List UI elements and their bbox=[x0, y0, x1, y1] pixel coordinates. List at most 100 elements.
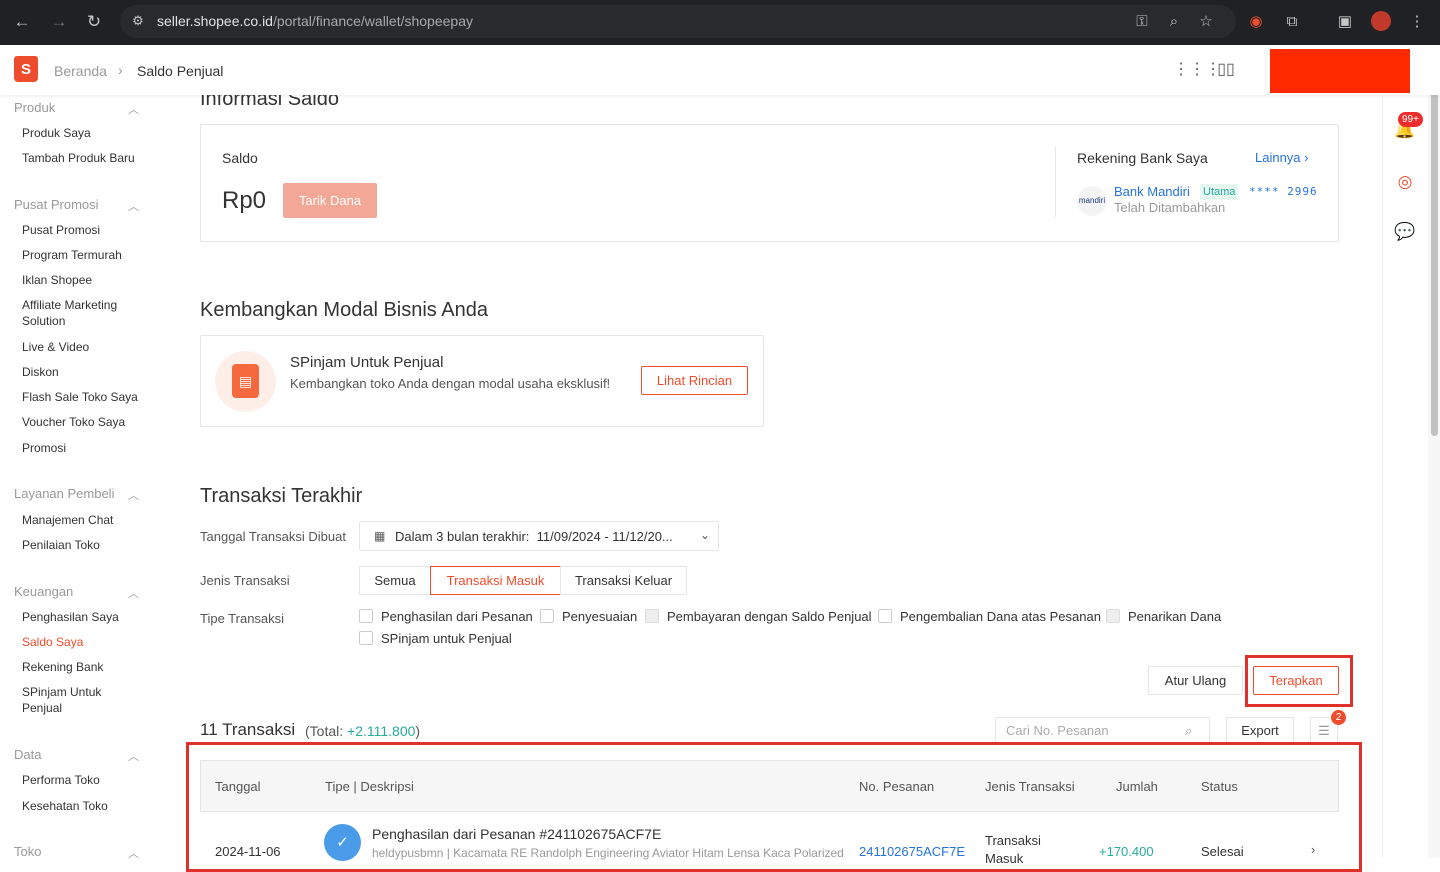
sidebar-item-affiliate[interactable]: Affiliate Marketing Solution bbox=[22, 297, 132, 329]
sidebar-section-pusat-promosi[interactable]: Pusat Promosi bbox=[14, 197, 99, 212]
site-settings-icon[interactable]: ⚙ bbox=[130, 13, 146, 29]
type-option-semua[interactable]: Semua bbox=[359, 566, 431, 595]
chevron-right-icon: › bbox=[1304, 150, 1309, 165]
chevron-up-icon[interactable]: ︿ bbox=[128, 101, 139, 117]
checkbox-spinjam[interactable] bbox=[359, 631, 373, 645]
extensions-puzzle-icon[interactable]: ⧉ bbox=[1281, 11, 1303, 33]
chevron-up-icon[interactable]: ︿ bbox=[128, 748, 139, 764]
sidebar-item-saldo-saya[interactable]: Saldo Saya bbox=[22, 634, 152, 650]
order-search-box[interactable]: ⌕ bbox=[995, 717, 1210, 745]
order-search-input[interactable] bbox=[1006, 723, 1176, 738]
sidebar-item-performa-toko[interactable]: Performa Toko bbox=[22, 772, 152, 788]
key-icon[interactable]: ⚿ bbox=[1132, 12, 1152, 32]
highlight-apply bbox=[1245, 655, 1353, 707]
sidebar-item-penilaian-toko[interactable]: Penilaian Toko bbox=[22, 537, 152, 553]
browser-menu-icon[interactable]: ⋮ bbox=[1406, 11, 1428, 33]
sidebar-item-kesehatan-toko[interactable]: Kesehatan Toko bbox=[22, 798, 152, 814]
sidebar-item-manajemen-chat[interactable]: Manajemen Chat bbox=[22, 512, 152, 528]
saldo-amount: Rp0 bbox=[222, 187, 267, 214]
kind-pembayaran-label[interactable]: Pembayaran dengan Saldo Penjual bbox=[667, 609, 872, 624]
notification-badge: 99+ bbox=[1398, 112, 1423, 127]
zoom-icon[interactable]: ⌕ bbox=[1164, 12, 1184, 32]
side-panel-icon[interactable]: ▣ bbox=[1334, 11, 1356, 33]
url-text[interactable]: seller.shopee.co.id/portal/finance/walle… bbox=[157, 13, 473, 29]
bank-account-title: Rekening Bank Saya bbox=[1077, 150, 1208, 166]
sidebar-item-produk-saya[interactable]: Produk Saya bbox=[22, 125, 152, 141]
view-details-button[interactable]: Lihat Rincian bbox=[641, 366, 748, 395]
sidebar-item-diskon[interactable]: Diskon bbox=[22, 364, 152, 380]
address-bar[interactable]: ⚙ seller.shopee.co.id/portal/finance/wal… bbox=[120, 5, 1236, 38]
section-title-transactions: Transaksi Terakhir bbox=[200, 485, 363, 507]
transaction-type-label: Jenis Transaksi bbox=[200, 573, 290, 588]
sidebar: Produk ︿ Produk Saya Tambah Produk Baru … bbox=[0, 95, 160, 858]
breadcrumb-home[interactable]: Beranda bbox=[54, 63, 107, 79]
chevron-down-icon: ⌄ bbox=[700, 528, 711, 542]
section-title-capital: Kembangkan Modal Bisnis Anda bbox=[200, 299, 488, 321]
type-option-masuk[interactable]: Transaksi Masuk bbox=[430, 566, 561, 595]
checkbox-pembayaran[interactable] bbox=[645, 609, 659, 623]
sidebar-item-promosi[interactable]: Promosi bbox=[22, 440, 152, 456]
sidebar-section-keuangan[interactable]: Keuangan bbox=[14, 584, 73, 599]
book-icon[interactable]: ▯▯ bbox=[1216, 60, 1236, 80]
chevron-up-icon[interactable]: ︿ bbox=[128, 845, 139, 858]
total-value: +2.111.800 bbox=[347, 723, 416, 739]
scrollbar-thumb[interactable] bbox=[1431, 66, 1438, 436]
chevron-up-icon[interactable]: ︿ bbox=[128, 585, 139, 601]
checkbox-penyesuaian[interactable] bbox=[540, 609, 554, 623]
checkbox-penghasilan[interactable] bbox=[359, 609, 373, 623]
support-headset-icon[interactable]: ◎ bbox=[1394, 171, 1416, 193]
calendar-icon: ▦ bbox=[374, 529, 386, 543]
sidebar-section-data[interactable]: Data bbox=[14, 747, 41, 762]
chat-bubble-icon[interactable]: 💬 bbox=[1394, 221, 1416, 243]
spinjam-store-icon: ▤ bbox=[215, 351, 276, 412]
type-option-keluar[interactable]: Transaksi Keluar bbox=[560, 566, 687, 595]
reset-button[interactable]: Atur Ulang bbox=[1148, 666, 1243, 695]
more-link-label[interactable]: Lainnya bbox=[1255, 150, 1301, 165]
sidebar-item-iklan-shopee[interactable]: Iklan Shopee bbox=[22, 272, 152, 288]
sidebar-item-spinjam[interactable]: SPinjam Untuk Penjual bbox=[22, 684, 117, 716]
date-range-value: 11/09/2024 - 11/12/20... bbox=[536, 529, 673, 544]
kind-penarikan-label[interactable]: Penarikan Dana bbox=[1128, 609, 1221, 624]
browser-toolbar: ← → ↻ ⚙ seller.shopee.co.id/portal/finan… bbox=[0, 0, 1440, 45]
sidebar-item-flash-sale[interactable]: Flash Sale Toko Saya bbox=[22, 389, 152, 405]
transaction-total: (Total: +2.111.800) bbox=[305, 723, 420, 739]
sidebar-item-tambah-produk[interactable]: Tambah Produk Baru bbox=[22, 150, 152, 166]
back-icon[interactable]: ← bbox=[11, 11, 33, 33]
date-range-picker[interactable]: ▦ Dalam 3 bulan terakhir: 11/09/2024 - 1… bbox=[359, 521, 719, 551]
spinjam-title: SPinjam Untuk Penjual bbox=[290, 354, 444, 371]
more-link[interactable]: Lainnya › bbox=[1255, 150, 1309, 165]
sidebar-section-toko[interactable]: Toko bbox=[14, 844, 41, 858]
extension-icon[interactable]: ◉ bbox=[1245, 11, 1267, 33]
sidebar-item-rekening-bank[interactable]: Rekening Bank bbox=[22, 659, 152, 675]
kind-pengembalian-label[interactable]: Pengembalian Dana atas Pesanan bbox=[900, 609, 1101, 624]
date-range-text: Dalam 3 bulan terakhir: 11/09/2024 - 11/… bbox=[395, 529, 673, 544]
sidebar-item-pusat-promosi[interactable]: Pusat Promosi bbox=[22, 222, 152, 238]
checkbox-penarikan[interactable] bbox=[1106, 609, 1120, 623]
date-filter-label: Tanggal Transaksi Dibuat bbox=[200, 529, 346, 544]
apps-grid-icon[interactable]: ⋮⋮⋮ bbox=[1173, 60, 1221, 80]
sidebar-section-produk[interactable]: Produk bbox=[14, 100, 55, 115]
chevron-up-icon[interactable]: ︿ bbox=[128, 487, 139, 503]
sidebar-item-program-termurah[interactable]: Program Termurah bbox=[22, 247, 152, 263]
kind-penghasilan-label[interactable]: Penghasilan dari Pesanan bbox=[381, 609, 533, 624]
search-icon[interactable]: ⌕ bbox=[1185, 723, 1192, 739]
kind-penyesuaian-label[interactable]: Penyesuaian bbox=[562, 609, 637, 624]
chevron-up-icon[interactable]: ︿ bbox=[128, 198, 139, 214]
bookmark-star-icon[interactable]: ☆ bbox=[1196, 12, 1216, 32]
sidebar-item-voucher[interactable]: Voucher Toko Saya bbox=[22, 414, 152, 430]
sidebar-item-penghasilan-saya[interactable]: Penghasilan Saya bbox=[22, 609, 152, 625]
spinjam-description: Kembangkan toko Anda dengan modal usaha … bbox=[290, 376, 611, 391]
shopee-logo[interactable]: S bbox=[14, 56, 38, 82]
kind-spinjam-label[interactable]: SPinjam untuk Penjual bbox=[381, 631, 512, 646]
profile-avatar[interactable] bbox=[1370, 11, 1392, 33]
reload-icon[interactable]: ↻ bbox=[83, 11, 105, 33]
sidebar-section-layanan-pembeli[interactable]: Layanan Pembeli bbox=[14, 486, 114, 501]
forward-icon[interactable]: → bbox=[48, 11, 70, 33]
redacted-account-area bbox=[1270, 49, 1410, 93]
export-button[interactable]: Export bbox=[1226, 717, 1294, 745]
withdraw-button[interactable]: Tarik Dana bbox=[283, 183, 377, 218]
sidebar-item-live-video[interactable]: Live & Video bbox=[22, 339, 152, 355]
bank-name: Bank Mandiri bbox=[1114, 184, 1190, 199]
total-prefix: (Total: bbox=[305, 723, 348, 739]
checkbox-pengembalian[interactable] bbox=[878, 609, 892, 623]
